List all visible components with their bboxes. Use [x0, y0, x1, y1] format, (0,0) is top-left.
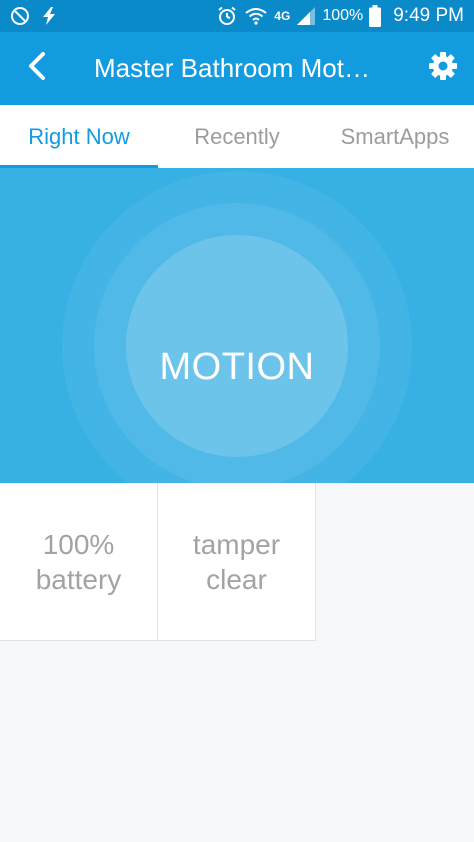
status-bar: 4G 100% 9:49 PM: [0, 0, 474, 32]
tab-smartapps[interactable]: SmartApps: [316, 105, 474, 168]
gear-icon: [428, 51, 458, 86]
do-not-disturb-icon: [10, 6, 30, 26]
tamper-label: tamper: [192, 528, 281, 560]
alarm-icon: [216, 6, 238, 26]
motion-state-label: MOTION: [159, 346, 315, 388]
status-time: 9:49 PM: [393, 5, 464, 26]
tab-recently[interactable]: Recently: [158, 105, 316, 168]
battery-label: battery: [35, 563, 122, 595]
tamper-value: clear: [206, 563, 267, 595]
page-title: Master Bathroom Mot…: [94, 53, 370, 83]
status-bar-left: [10, 6, 58, 26]
signal-strength-icon: [296, 6, 316, 26]
wifi-icon: [244, 6, 268, 26]
battery-value: 100%: [42, 528, 115, 560]
motion-status-panel: MOTION: [0, 168, 474, 483]
network-type-label: 4G: [274, 9, 291, 23]
settings-button[interactable]: [412, 32, 474, 105]
lightning-icon: [40, 6, 58, 26]
battery-percent-label: 100%: [322, 7, 364, 24]
tab-right-now[interactable]: Right Now: [0, 105, 158, 168]
battery-tile[interactable]: 100% battery: [0, 483, 158, 641]
detail-tiles: 100% battery tamper clear: [0, 483, 316, 641]
tamper-tile[interactable]: tamper clear: [158, 483, 316, 641]
battery-icon: [369, 5, 382, 27]
back-arrow-icon: [26, 51, 48, 86]
status-bar-right: 4G 100% 9:49 PM: [216, 5, 464, 27]
app-bar: Master Bathroom Mot…: [0, 32, 474, 105]
back-button[interactable]: [0, 32, 74, 105]
tab-bar: Right Now Recently SmartApps: [0, 105, 474, 168]
